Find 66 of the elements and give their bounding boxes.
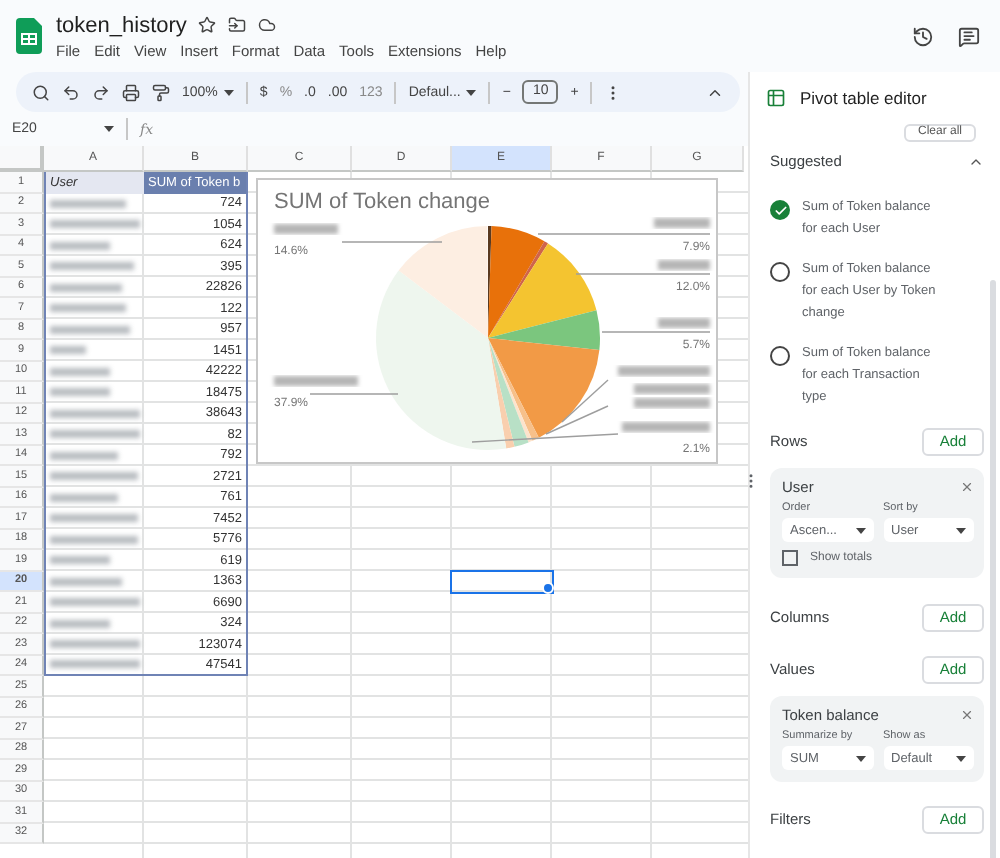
close-icon[interactable] [960, 480, 974, 494]
redo-icon[interactable] [92, 83, 110, 101]
redacted-text [634, 384, 710, 394]
redacted-text [50, 598, 140, 607]
redacted-text [50, 577, 122, 586]
redacted-text [50, 409, 140, 418]
redacted-text [50, 220, 140, 229]
caret-icon [466, 89, 477, 95]
redacted-text [274, 224, 338, 234]
redacted-text [658, 260, 710, 270]
checkbox[interactable] [782, 550, 798, 566]
redacted-text [50, 430, 140, 439]
scrollbar[interactable] [990, 280, 996, 858]
redacted-text [50, 493, 118, 502]
redacted-text [50, 619, 110, 628]
caret-icon [104, 126, 114, 132]
redacted-text [50, 346, 86, 355]
paint-format-icon[interactable] [152, 83, 170, 101]
redacted-text [618, 366, 710, 376]
redacted-text [50, 241, 110, 250]
redacted-text [50, 199, 126, 208]
redacted-text [50, 514, 138, 523]
redacted-text [50, 283, 122, 292]
redacted-text [50, 640, 140, 649]
redacted-text [622, 422, 710, 432]
folder-icon[interactable] [228, 16, 247, 34]
comment-icon[interactable] [958, 25, 980, 47]
redacted-text [50, 304, 126, 313]
panel-title: Pivot table editor [800, 88, 927, 108]
document-title[interactable]: token_history [56, 13, 187, 37]
redacted-text [634, 398, 710, 408]
radio-button[interactable] [770, 346, 790, 366]
cloud-icon[interactable] [258, 16, 277, 34]
redacted-text [50, 325, 130, 334]
redacted-text [50, 367, 110, 376]
redacted-text [50, 451, 118, 460]
leader-line [601, 331, 711, 333]
leader-line [309, 393, 399, 395]
redacted-text [50, 262, 134, 271]
redacted-text [50, 472, 138, 481]
print-icon[interactable] [122, 83, 140, 101]
close-icon[interactable] [960, 708, 974, 722]
redacted-text [274, 376, 358, 386]
chart-title: SUM of Token change [274, 190, 491, 214]
undo-icon[interactable] [62, 83, 80, 101]
star-icon[interactable] [198, 16, 217, 34]
redacted-text [654, 218, 710, 228]
leader-line [575, 273, 711, 275]
redacted-text [50, 556, 110, 565]
caret-icon [223, 89, 234, 95]
leader-line [341, 241, 443, 243]
redacted-text [50, 535, 138, 544]
sheets-logo-icon [16, 18, 42, 54]
redacted-text [50, 660, 140, 669]
redacted-text [50, 388, 110, 397]
caret-icon [956, 527, 966, 533]
search-icon[interactable] [32, 83, 50, 101]
history-icon[interactable] [912, 25, 934, 47]
caret-icon [855, 527, 865, 533]
table-icon [766, 88, 786, 108]
caret-icon [956, 755, 966, 761]
caret-icon [855, 755, 865, 761]
radio-button[interactable] [770, 262, 790, 282]
radio-button[interactable] [770, 200, 790, 220]
redacted-text [658, 318, 710, 328]
cell-cursor[interactable] [450, 569, 554, 594]
